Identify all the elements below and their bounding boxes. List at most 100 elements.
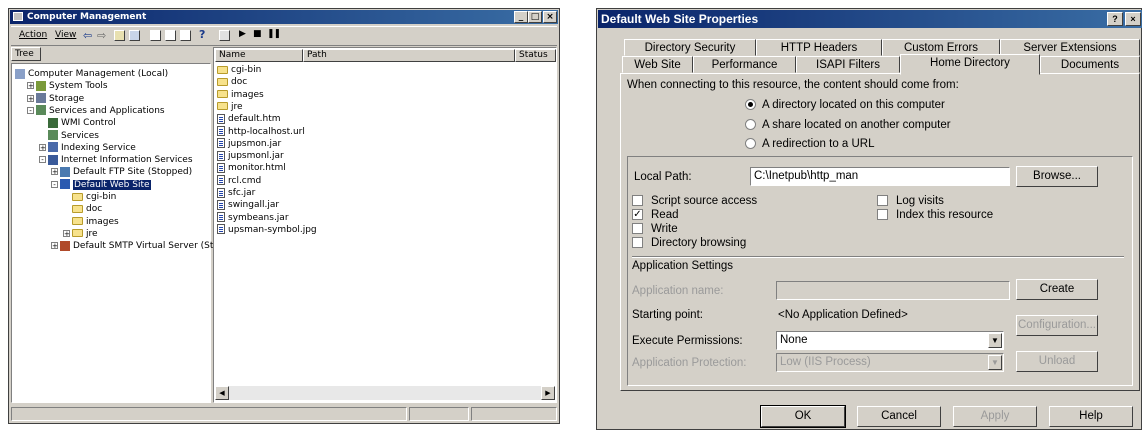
radio-url-redirection[interactable]: A redirection to a URL [745, 138, 875, 150]
chevron-down-icon[interactable]: ▼ [988, 333, 1002, 348]
computer-icon[interactable] [219, 30, 230, 41]
action-menu[interactable]: Action [19, 30, 47, 40]
file-icon [217, 113, 225, 124]
status-column-header[interactable]: Status [515, 49, 556, 62]
radio-local-directory[interactable]: A directory located on this computer [745, 99, 945, 111]
list-item[interactable]: images [217, 89, 264, 101]
log-visits-checkbox[interactable]: Log visits [877, 195, 944, 207]
tab-home-directory[interactable]: Home Directory [900, 54, 1040, 75]
close-button[interactable]: × [543, 11, 557, 23]
radio-network-share[interactable]: A share located on another computer [745, 119, 951, 131]
tree-item[interactable]: doc [63, 203, 102, 215]
tree-item[interactable]: + Default FTP Site (Stopped) [51, 166, 192, 178]
checkbox-icon[interactable] [632, 223, 643, 235]
refresh-icon[interactable] [165, 30, 176, 41]
path-column-header[interactable]: Path [303, 49, 515, 62]
local-path-input[interactable]: C:\Inetpub\http_man [750, 167, 1010, 186]
back-arrow-icon[interactable]: ⇦ [83, 29, 92, 42]
read-checkbox[interactable]: ✓ Read [632, 209, 679, 221]
up-level-icon[interactable] [114, 30, 125, 41]
tree-item[interactable]: + System Tools [27, 80, 108, 92]
write-checkbox[interactable]: Write [632, 223, 678, 235]
horizontal-scrollbar[interactable]: ◀ ▶ [215, 386, 555, 400]
checkbox-icon[interactable] [877, 209, 888, 221]
properties-icon[interactable] [150, 30, 161, 41]
cancel-button[interactable]: Cancel [857, 406, 941, 427]
maximize-button[interactable]: □ [528, 11, 542, 23]
collapse-icon[interactable]: - [39, 156, 46, 164]
tab-http-headers[interactable]: HTTP Headers [756, 39, 882, 56]
tree-item[interactable]: WMI Control [39, 117, 116, 129]
list-item[interactable]: jre [217, 101, 243, 113]
expand-icon[interactable]: + [27, 82, 34, 90]
help-icon[interactable]: ? [199, 28, 205, 41]
tree-item[interactable]: + Indexing Service [39, 142, 136, 154]
list-item[interactable]: doc [217, 76, 247, 88]
list-item[interactable]: http-localhost.url [217, 126, 305, 138]
expand-icon[interactable]: + [51, 168, 58, 176]
list-item[interactable]: symbeans.jar [217, 212, 289, 224]
radio-unselected-icon[interactable] [745, 138, 756, 150]
application-name-label: Application name: [632, 285, 724, 297]
tree-item[interactable]: Services [39, 130, 99, 142]
checkbox-icon[interactable] [632, 237, 643, 249]
list-item[interactable]: swingall.jar [217, 199, 279, 211]
tree-item[interactable]: Computer Management (Local) [15, 68, 168, 80]
expand-icon[interactable]: + [51, 242, 58, 250]
index-resource-checkbox[interactable]: Index this resource [877, 209, 993, 221]
checkbox-icon[interactable] [632, 195, 643, 207]
list-item[interactable]: sfc.jar [217, 187, 255, 199]
name-column-header[interactable]: Name [215, 49, 303, 62]
view-menu[interactable]: View [55, 30, 76, 40]
create-button[interactable]: Create [1016, 279, 1098, 300]
list-item[interactable]: jupsmon.jar [217, 138, 281, 150]
tab-documents[interactable]: Documents [1040, 56, 1140, 73]
tab-performance[interactable]: Performance [693, 56, 796, 73]
tree-item[interactable]: - Default Web Site [51, 179, 151, 191]
close-button[interactable]: × [1125, 12, 1141, 26]
collapse-icon[interactable]: - [27, 106, 34, 114]
tree-item[interactable]: + Storage [27, 93, 84, 105]
tab-web-site[interactable]: Web Site [622, 56, 693, 73]
collapse-icon[interactable]: - [51, 180, 58, 188]
script-source-access-checkbox[interactable]: Script source access [632, 195, 757, 207]
help-bottom-button[interactable]: Help [1049, 406, 1133, 427]
checkbox-icon[interactable] [877, 195, 888, 207]
browse-button[interactable]: Browse... [1016, 166, 1098, 187]
forward-arrow-icon[interactable]: ⇨ [97, 29, 106, 42]
tree-item[interactable]: - Internet Information Services [39, 154, 193, 166]
tree-item[interactable]: - Services and Applications [27, 105, 165, 117]
scroll-left-icon[interactable]: ◀ [215, 386, 229, 400]
tab-isapi-filters[interactable]: ISAPI Filters [796, 56, 900, 73]
checkbox-checked-icon[interactable]: ✓ [632, 209, 643, 221]
pause-icon[interactable]: ❚❚ [267, 29, 281, 39]
radio-selected-icon[interactable] [745, 99, 756, 111]
expand-icon[interactable]: + [63, 229, 70, 237]
directory-browsing-checkbox[interactable]: Directory browsing [632, 237, 746, 249]
list-item[interactable]: jupsmonl.jar [217, 150, 284, 162]
list-item[interactable]: rcl.cmd [217, 175, 261, 187]
tree-item[interactable]: images [63, 216, 119, 228]
stop-icon[interactable]: ■ [253, 29, 262, 39]
mmc-title-bar[interactable]: Computer Management _ □ × [10, 10, 558, 24]
list-item[interactable]: upsman-symbol.jpg [217, 224, 317, 236]
minimize-button[interactable]: _ [514, 11, 528, 23]
ok-button[interactable]: OK [760, 405, 846, 428]
show-tree-icon[interactable] [129, 30, 140, 41]
expand-icon[interactable]: + [27, 94, 34, 102]
export-list-icon[interactable] [180, 30, 191, 41]
tab-directory-security[interactable]: Directory Security [624, 39, 756, 56]
dialog-title-bar[interactable]: Default Web Site Properties ? × [598, 10, 1142, 28]
expand-icon[interactable]: + [39, 143, 46, 151]
tree-item[interactable]: cgi-bin [63, 191, 116, 203]
play-icon[interactable]: ▶ [239, 29, 246, 39]
tree-item[interactable]: + jre [63, 228, 98, 240]
list-item[interactable]: default.htm [217, 113, 281, 125]
scroll-right-icon[interactable]: ▶ [541, 386, 555, 400]
execute-permissions-select[interactable]: None ▼ [776, 331, 1004, 350]
help-button[interactable]: ? [1107, 12, 1123, 26]
list-item[interactable]: cgi-bin [217, 64, 261, 76]
radio-unselected-icon[interactable] [745, 119, 756, 131]
list-item[interactable]: monitor.html [217, 162, 286, 174]
tree-tab[interactable]: Tree [11, 47, 41, 61]
